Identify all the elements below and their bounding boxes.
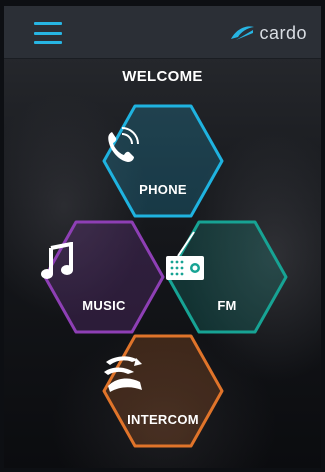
music-tile[interactable]: MUSIC <box>39 216 169 338</box>
logo-text: cardo <box>259 22 307 43</box>
fm-label: FM <box>217 298 237 313</box>
phone-label: PHONE <box>139 182 187 197</box>
intercom-label: INTERCOM <box>127 412 199 427</box>
cardo-swoosh-icon <box>231 26 255 40</box>
phone-tile[interactable]: PHONE <box>98 100 228 222</box>
fm-tile[interactable]: FM <box>162 216 292 338</box>
music-label: MUSIC <box>82 298 126 313</box>
welcome-title: WELCOME <box>122 68 203 85</box>
app-screen: cardo WELCOME PHONE MUSIC FM INTERCOM <box>4 6 321 468</box>
top-bar: cardo <box>4 6 321 59</box>
cardo-logo: cardo <box>229 21 307 45</box>
intercom-tile[interactable]: INTERCOM <box>98 330 228 452</box>
hamburger-menu-icon[interactable] <box>34 22 62 44</box>
